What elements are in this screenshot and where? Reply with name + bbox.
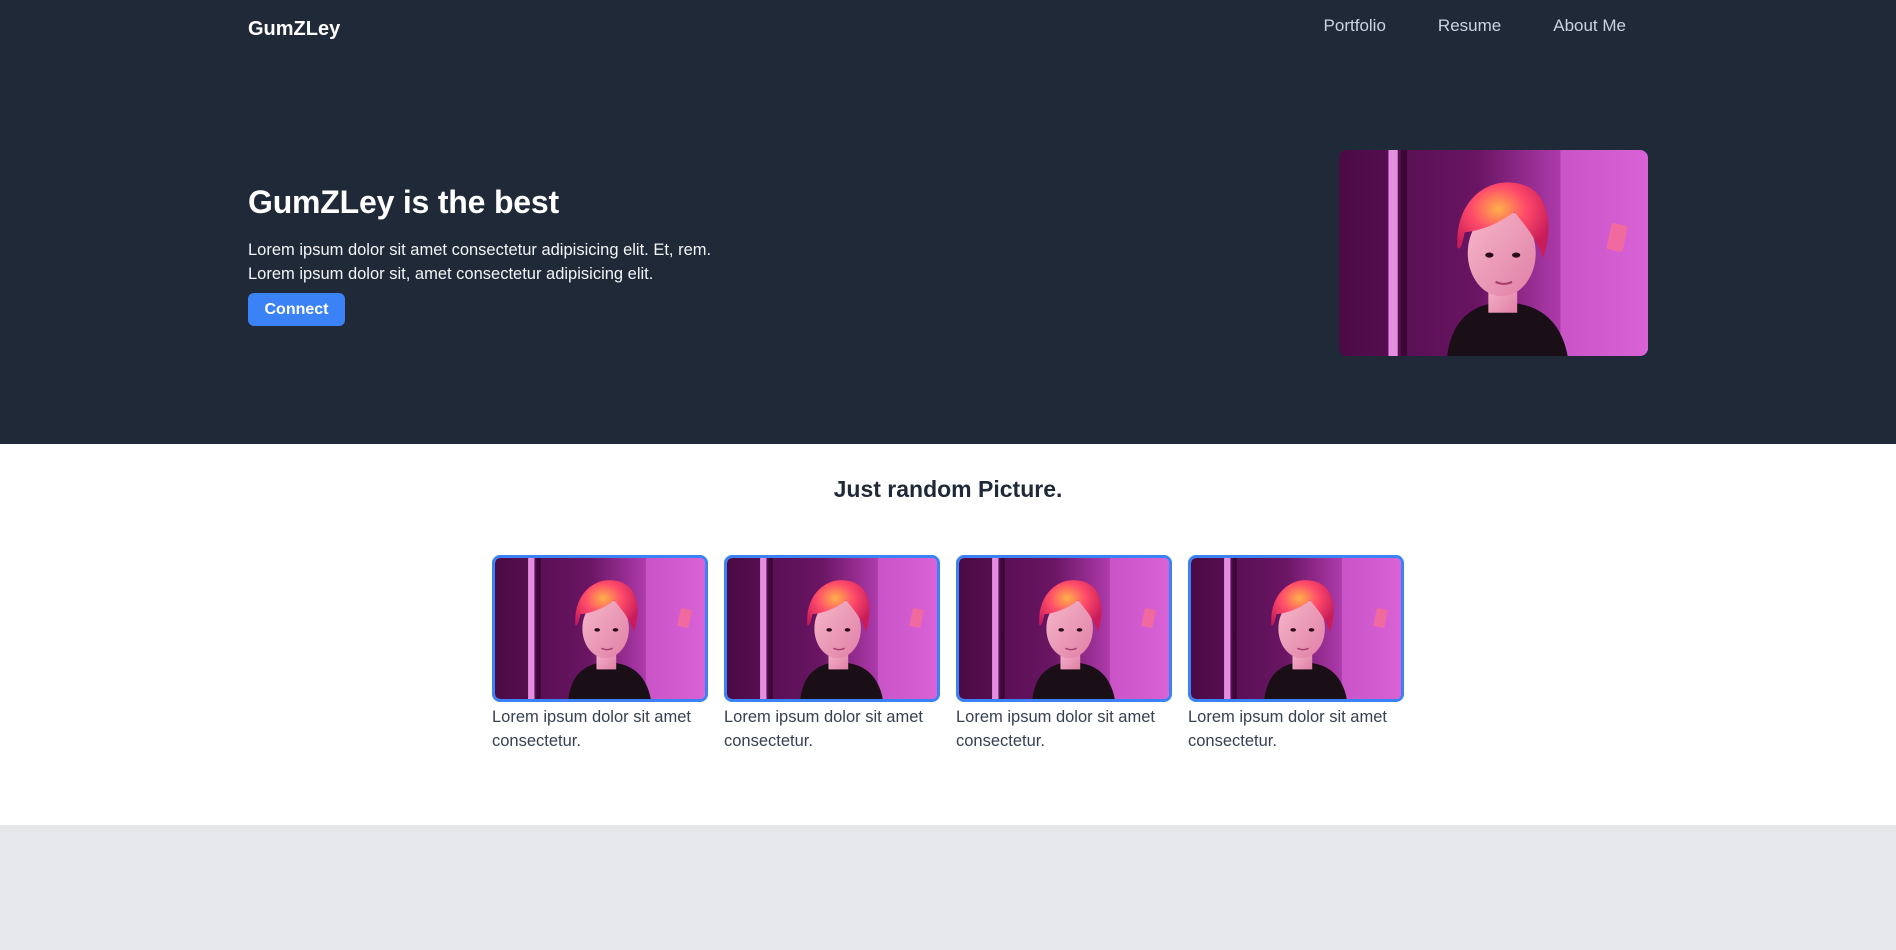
gallery-caption: Lorem ipsum dolor sit amet consectetur.	[956, 708, 1155, 750]
gallery-image[interactable]	[956, 555, 1172, 702]
gallery-image[interactable]	[724, 555, 940, 702]
nav-links: Portfolio Resume About Me	[1324, 16, 1626, 36]
hero-description: Lorem ipsum dolor sit amet consectetur a…	[248, 238, 808, 286]
brand-logo[interactable]: GumZLey	[248, 18, 340, 41]
connect-button[interactable]: Connect	[248, 293, 345, 326]
gallery-caption: Lorem ipsum dolor sit amet consectetur.	[724, 708, 923, 750]
gallery-card: Lorem ipsum dolor sit amet consectetur.	[1188, 555, 1404, 753]
hero-section: GumZLey Portfolio Resume About Me GumZLe…	[0, 0, 1896, 444]
gallery-image[interactable]	[1188, 555, 1404, 702]
nav-link-about-me[interactable]: About Me	[1553, 16, 1626, 36]
gallery-caption: Lorem ipsum dolor sit amet consectetur.	[492, 708, 691, 750]
gallery-caption: Lorem ipsum dolor sit amet consectetur.	[1188, 708, 1387, 750]
gallery-card: Lorem ipsum dolor sit amet consectetur.	[956, 555, 1172, 753]
nav-link-resume[interactable]: Resume	[1438, 16, 1501, 36]
hero-title: GumZLey is the best	[248, 184, 559, 220]
nav-link-portfolio[interactable]: Portfolio	[1324, 16, 1386, 36]
gallery-image[interactable]	[492, 555, 708, 702]
hero-description-line-2: Lorem ipsum dolor sit, amet consectetur …	[248, 265, 654, 283]
gallery-card: Lorem ipsum dolor sit amet consectetur.	[492, 555, 708, 753]
hero-description-line-1: Lorem ipsum dolor sit amet consectetur a…	[248, 241, 712, 259]
gallery-title: Just random Picture.	[833, 476, 1063, 502]
footer	[0, 825, 1896, 950]
gallery-card: Lorem ipsum dolor sit amet consectetur.	[724, 555, 940, 753]
picture-gallery: Lorem ipsum dolor sit amet consectetur. …	[492, 555, 1404, 753]
hero-portrait-image	[1339, 150, 1648, 356]
